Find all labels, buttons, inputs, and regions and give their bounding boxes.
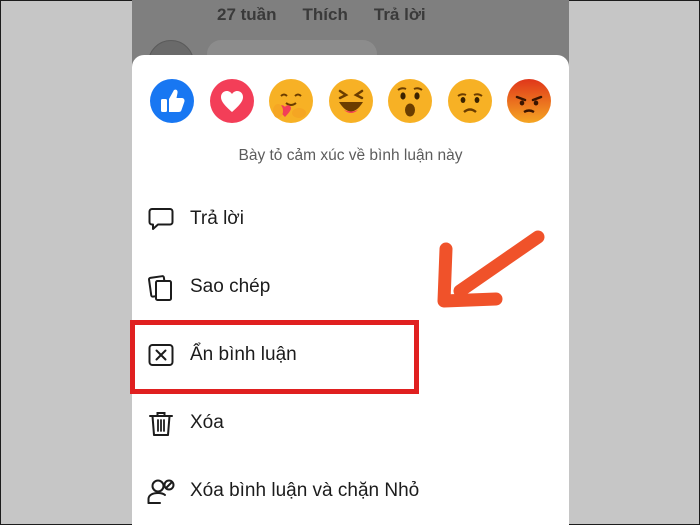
trash-icon	[146, 408, 176, 438]
menu-item-label: Sao chép	[190, 276, 271, 297]
love-reaction-icon[interactable]	[209, 79, 254, 123]
comment-like-link[interactable]: Thích	[303, 5, 348, 25]
menu-item-delete-and-block[interactable]: Xóa bình luận và chặn Nhỏ	[146, 469, 556, 513]
comment-time: 27 tuần	[217, 5, 277, 24]
menu-item-label: Xóa bình luận và chặn Nhỏ	[190, 480, 420, 501]
comment-meta: 27 tuần Thích Trả lời	[217, 5, 426, 25]
like-reaction-icon[interactable]	[150, 79, 194, 123]
sad-reaction-icon[interactable]	[447, 79, 492, 123]
comment-reply-link[interactable]: Trả lời	[374, 5, 426, 25]
menu-item-label: Xóa	[190, 412, 224, 433]
reaction-bar	[150, 79, 551, 123]
menu-item-label: Trả lời	[190, 208, 244, 229]
copy-icon	[146, 272, 176, 302]
speech-bubble-icon	[146, 204, 176, 234]
menu-item-delete[interactable]: Xóa	[146, 401, 556, 445]
pointer-arrow-icon	[437, 230, 545, 308]
block-user-icon	[146, 476, 176, 506]
wow-reaction-icon[interactable]	[388, 79, 432, 123]
reaction-prompt: Bày tỏ cảm xúc về bình luận này	[238, 147, 463, 164]
angry-reaction-icon[interactable]	[507, 79, 551, 123]
haha-reaction-icon[interactable]	[328, 79, 373, 123]
highlight-box	[130, 320, 419, 394]
care-reaction-icon[interactable]	[269, 79, 313, 123]
